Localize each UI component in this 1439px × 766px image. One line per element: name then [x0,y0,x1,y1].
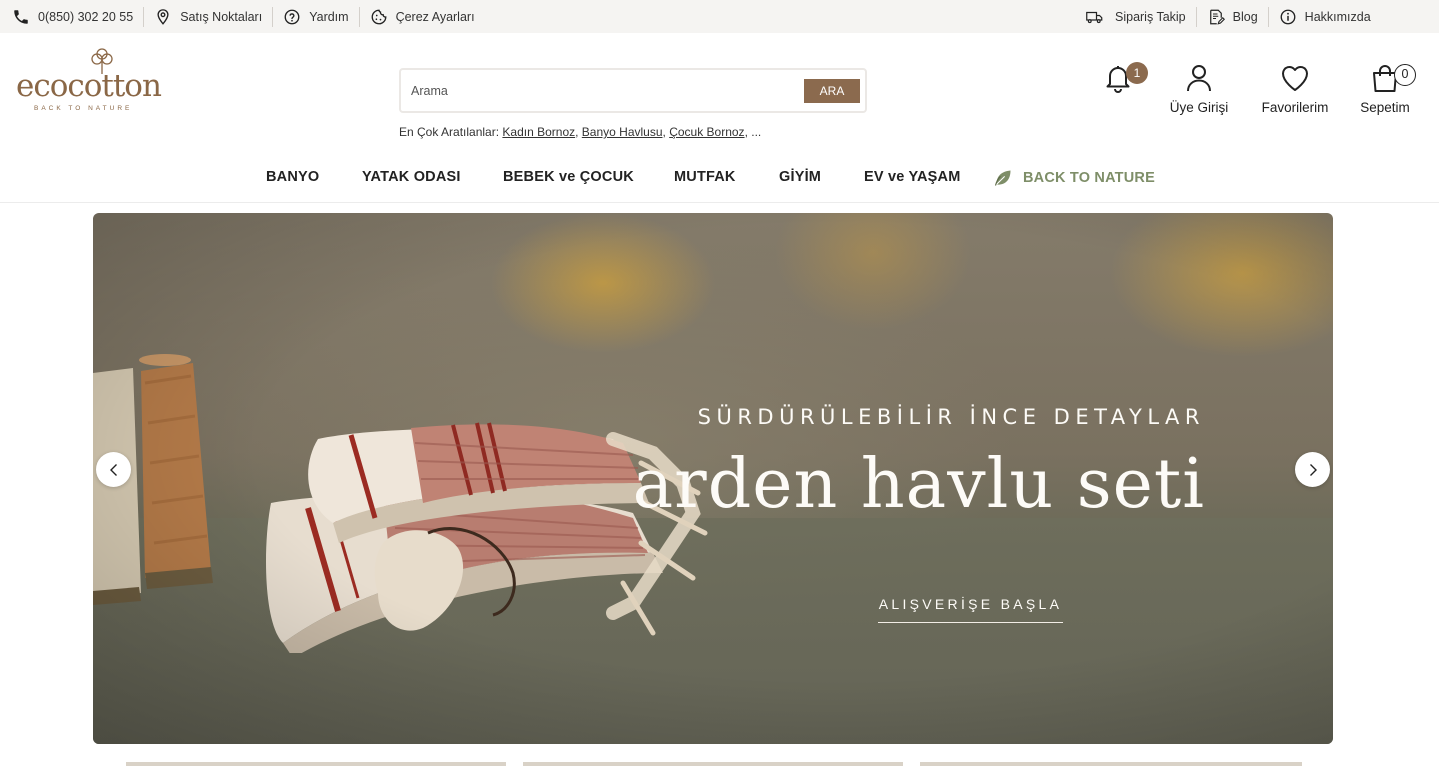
search-button[interactable]: ARA [804,79,860,103]
top-bar-right: Sipariş Takip Blog Hakkımızda [1083,0,1381,33]
search-input[interactable] [411,79,791,103]
nav-item-back-to-nature-label: BACK TO NATURE [1023,170,1155,186]
popular-searches-label: En Çok Aratılanlar: [399,125,500,139]
truck-icon [1086,11,1103,23]
nav-item-ev-yasam[interactable]: EV ve YAŞAM [864,169,961,185]
phone-icon [14,9,28,24]
cart-label: Sepetim [1360,100,1410,115]
chevron-right-icon [1309,463,1317,476]
logo[interactable]: ecocotton BACK TO NATURE [16,48,164,114]
popular-searches: En Çok Aratılanlar: Kadın Bornoz, Banyo … [399,125,762,139]
notifications-button[interactable]: 1 [1102,62,1148,94]
hero-pretitle: SÜRDÜRÜLEBİLİR İNCE DETAYLAR [697,405,1205,429]
category-card-peek [126,762,506,766]
nav-item-yatak-odasi[interactable]: YATAK ODASI [362,169,461,185]
help-label: Yardım [309,9,349,24]
cookie-icon [371,9,387,24]
map-pin-icon [157,8,169,25]
leaf-icon [994,170,1011,186]
stores-label: Satış Noktaları [180,9,263,24]
cart-button[interactable]: 0 Sepetim [1354,62,1416,115]
phone-number: 0(850) 302 20 55 [38,9,134,24]
top-bar: 0(850) 302 20 55 Satış Noktaları Yardım … [0,0,1439,33]
info-icon [1280,9,1296,24]
main-nav: BANYO YATAK ODASI BEBEK ve ÇOCUK MUTFAK … [0,160,1439,203]
hero-title: arden havlu seti [632,445,1205,524]
heart-icon [1281,65,1309,91]
search-box: ARA [399,68,867,113]
cookie-settings-label: Çerez Ayarları [395,9,475,24]
top-bar-left: 0(850) 302 20 55 Satış Noktaları Yardım … [12,0,485,33]
popular-searches-more[interactable]: ... [751,125,761,139]
popular-search-link[interactable]: Banyo Havlusu [582,125,663,139]
logo-tagline: BACK TO NATURE [34,105,133,112]
document-edit-icon [1209,9,1225,25]
user-icon [1187,65,1211,92]
blog-link[interactable]: Blog [1195,6,1268,27]
order-tracking-label: Sipariş Takip [1115,9,1186,24]
phone-link[interactable]: 0(850) 302 20 55 [12,7,143,27]
blog-label: Blog [1232,9,1258,24]
help-link[interactable]: Yardım [272,6,358,27]
popular-search-link[interactable]: Çocuk Bornoz [669,125,744,139]
cookie-settings-link[interactable]: Çerez Ayarları [358,6,485,27]
nav-item-mutfak[interactable]: MUTFAK [674,169,736,185]
nav-item-banyo[interactable]: BANYO [266,169,319,185]
category-card-peek [920,762,1302,766]
nav-item-bebek-cocuk[interactable]: BEBEK ve ÇOCUK [503,169,634,185]
hero-shop-button[interactable]: ALIŞVERİŞE BAŞLA [878,596,1063,623]
notifications-badge: 1 [1126,62,1148,84]
order-tracking-link[interactable]: Sipariş Takip [1083,7,1196,27]
login-button[interactable]: Üye Girişi [1166,62,1232,115]
about-label: Hakkımızda [1304,9,1371,24]
popular-search-link[interactable]: Kadın Bornoz [502,125,575,139]
slider-prev-button[interactable] [96,452,131,487]
slider-next-button[interactable] [1295,452,1330,487]
favorites-label: Favorilerim [1261,100,1329,115]
cart-count-badge: 0 [1394,64,1416,86]
stores-link[interactable]: Satış Noktaları [143,6,272,27]
logo-wordmark: ecocotton [16,68,162,104]
about-link[interactable]: Hakkımızda [1267,6,1381,27]
favorites-button[interactable]: Favorilerim [1254,62,1336,115]
login-label: Üye Girişi [1169,100,1229,115]
nav-item-back-to-nature[interactable]: BACK TO NATURE [993,168,1155,188]
category-card-peek [523,762,903,766]
help-circle-icon [284,9,300,24]
hero-slider[interactable]: SÜRDÜRÜLEBİLİR İNCE DETAYLAR arden havlu… [93,213,1333,744]
nav-item-giyim[interactable]: GİYİM [779,169,821,185]
chevron-left-icon [109,463,117,476]
